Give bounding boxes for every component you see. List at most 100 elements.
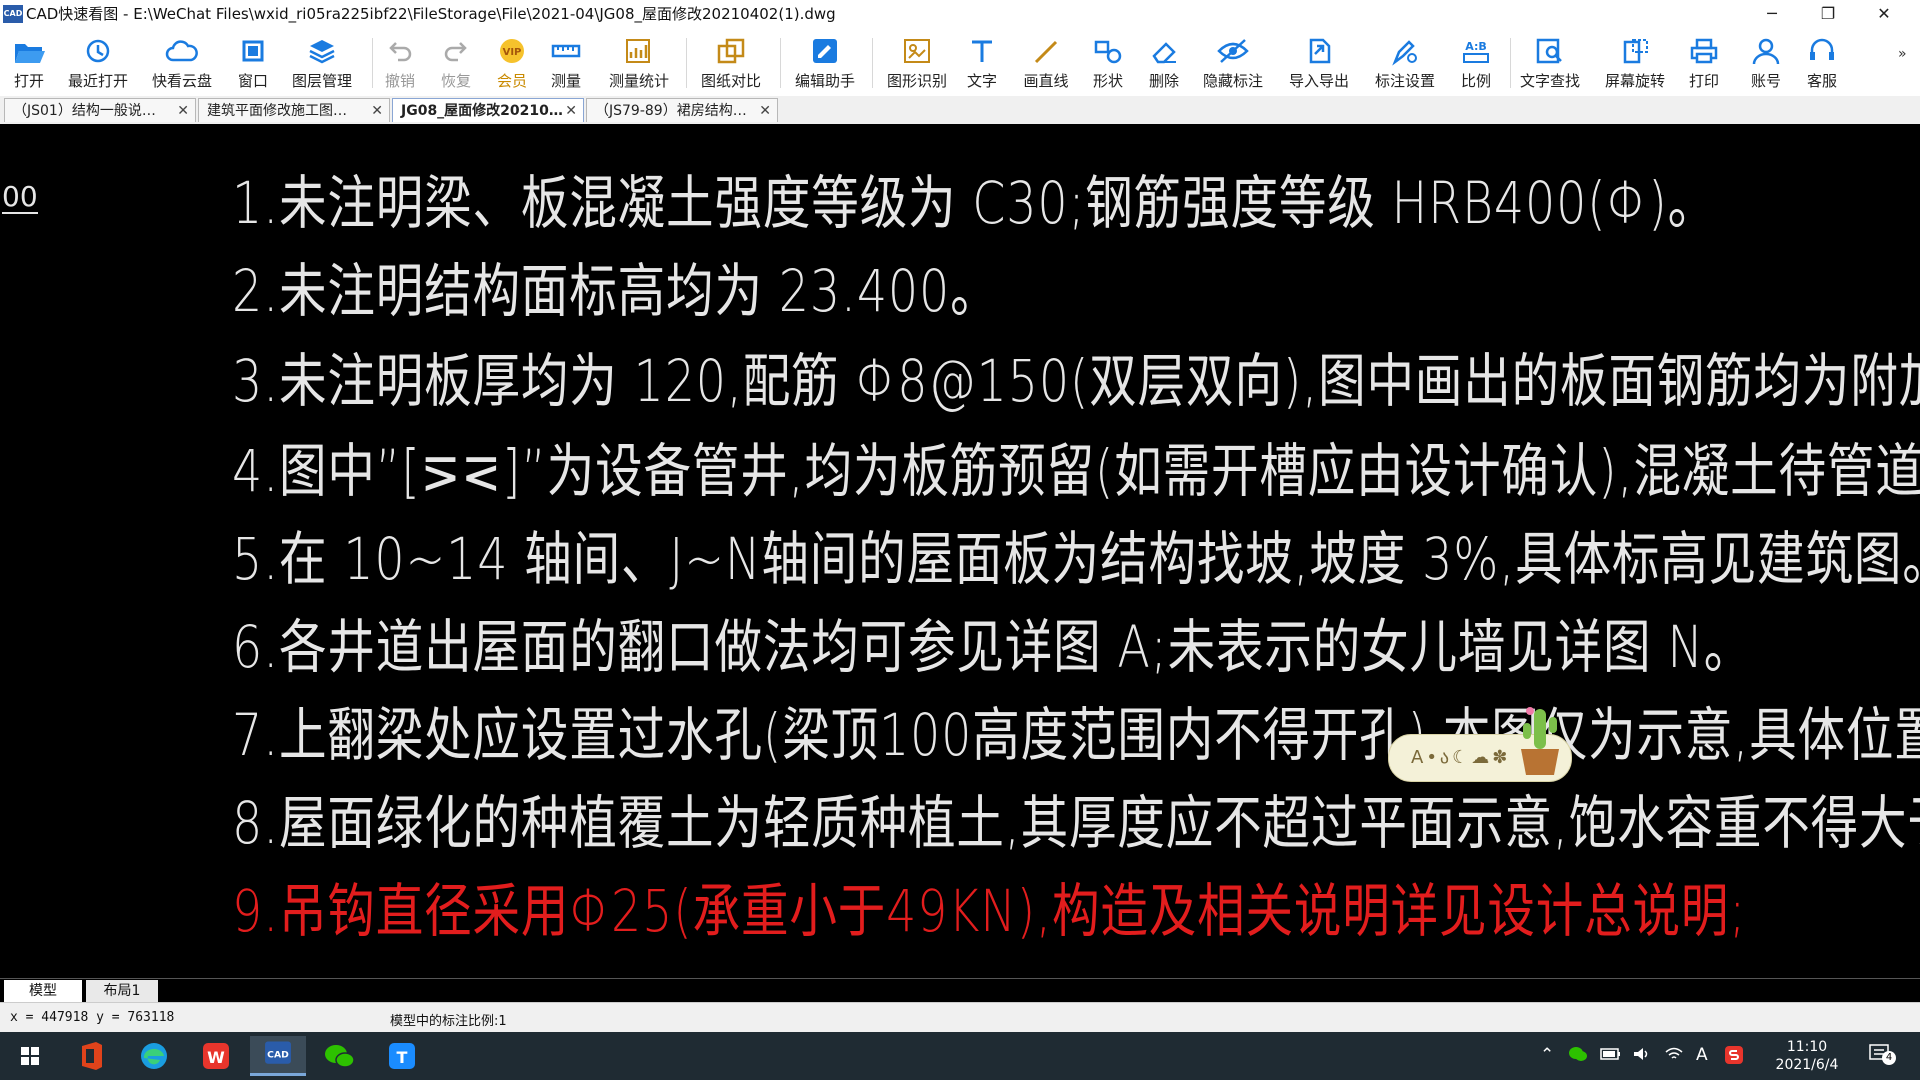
- annotation-settings-icon: [1392, 40, 1417, 66]
- note-line-3: 3.未注明板厚均为 120,配筋 Φ8@150(双层双向),图中画出的板面钢筋均…: [232, 347, 1920, 415]
- window-button[interactable]: 窗口: [230, 32, 276, 94]
- rotate-screen-button[interactable]: 屏幕旋转: [1600, 32, 1670, 94]
- toolbar-divider: [372, 38, 373, 88]
- redo-button[interactable]: 恢复: [436, 32, 476, 94]
- notification-center-icon[interactable]: 4: [1868, 1043, 1896, 1072]
- restore-button[interactable]: ❐: [1800, 0, 1856, 28]
- drawing-canvas[interactable]: 00 1.未注明梁、板混凝土强度等级为 C30;钢筋强度等级 HRB400(Φ)…: [0, 124, 1920, 978]
- window-title: CAD快速看图 - E:\WeChat Files\wxid_ri05ra225…: [26, 5, 836, 23]
- edit-assistant-button[interactable]: 编辑助手: [790, 32, 860, 94]
- shape-recognize-button[interactable]: 图形识别: [882, 32, 952, 94]
- account-icon: [1752, 38, 1780, 65]
- tab-close-icon[interactable]: ✕: [565, 99, 577, 122]
- battery-shape-icon: [1600, 1048, 1620, 1060]
- shape-icon: [1094, 40, 1122, 64]
- text-icon: [972, 40, 992, 62]
- account-button[interactable]: 账号: [1746, 32, 1786, 94]
- note-line-4: 4.图中”[⋝⋜]”为设备管井,均为板筋预留(如需开槽应由设计确认),混凝土待管…: [232, 437, 1920, 505]
- system-clock[interactable]: 11:10 2021/6/4: [1772, 1038, 1842, 1074]
- vip-button[interactable]: VIP 会员: [492, 32, 532, 94]
- tab-close-icon[interactable]: ✕: [371, 99, 383, 122]
- toolbar-label: 客服: [1806, 72, 1837, 90]
- recent-open-button[interactable]: 最近打开: [62, 32, 134, 94]
- toolbar-label: 图形识别: [886, 72, 947, 90]
- toolbar-divider: [686, 38, 687, 88]
- status-bar: x = 447918 y = 763118 模型中的标注比例:1: [0, 1002, 1920, 1033]
- note-line-9: 9.吊钩直径采用Φ25(承重小于49KN),构造及相关说明详见设计总说明;: [232, 877, 1747, 945]
- office-icon: [82, 1042, 102, 1070]
- edge-icon: [141, 1043, 167, 1069]
- taskbar-wps[interactable]: W: [188, 1036, 244, 1076]
- measure-stats-button[interactable]: 测量统计: [604, 32, 674, 94]
- shape-button[interactable]: 形状: [1088, 32, 1128, 94]
- tab-js79-89[interactable]: （JS79-89）裙房结构… ✕: [586, 98, 778, 122]
- battery-icon[interactable]: [1600, 1045, 1622, 1068]
- toolbar-label: 图层管理: [291, 72, 352, 90]
- toolbar-label: 标注设置: [1374, 72, 1435, 90]
- draw-line-button[interactable]: 画直线: [1018, 32, 1074, 94]
- measure-button[interactable]: 测量: [546, 32, 586, 94]
- toolbar-more-button[interactable]: »: [1898, 46, 1907, 62]
- hide-annotation-icon: [1217, 39, 1249, 63]
- delete-button[interactable]: 删除: [1144, 32, 1184, 94]
- layer-manager-button[interactable]: 图层管理: [286, 32, 358, 94]
- notification-count-badge: 4: [1882, 1051, 1896, 1065]
- tab-model[interactable]: 模型: [4, 980, 82, 1002]
- taskbar-cad[interactable]: CAD: [250, 1036, 306, 1076]
- tab-label: JG08_屋面修改20210…: [401, 103, 563, 119]
- rotate-screen-icon: [1623, 39, 1648, 64]
- toolbar-label: 恢复: [440, 72, 471, 90]
- ime-indicator[interactable]: A: [1696, 1045, 1708, 1065]
- show-hidden-icons-icon[interactable]: ⌃: [1540, 1045, 1554, 1065]
- cloud-drive-button[interactable]: 快看云盘: [146, 32, 218, 94]
- volume-icon[interactable]: [1632, 1045, 1652, 1068]
- sogou-ime-icon: [1725, 1046, 1743, 1064]
- vip-icon: VIP: [500, 39, 524, 63]
- cursor-coordinates: x = 447918 y = 763118: [10, 1010, 175, 1025]
- layout-tab-bar: 模型 布局1: [0, 978, 1920, 1003]
- text-button[interactable]: 文字: [962, 32, 1002, 94]
- tab-close-icon[interactable]: ✕: [177, 99, 189, 122]
- scale-button[interactable]: A:B 比例: [1456, 32, 1496, 94]
- undo-button[interactable]: 撤销: [380, 32, 420, 94]
- windows-start-button[interactable]: [2, 1036, 58, 1076]
- taskbar-office[interactable]: [64, 1036, 120, 1076]
- print-button[interactable]: 打印: [1684, 32, 1724, 94]
- tab-layout1[interactable]: 布局1: [86, 980, 158, 1002]
- wechat-tray-icon[interactable]: [1568, 1045, 1588, 1068]
- minimize-button[interactable]: ─: [1744, 0, 1800, 28]
- toolbar-label: 画直线: [1023, 72, 1069, 90]
- tab-architectural-plan[interactable]: 建筑平面修改施工图… ✕: [198, 98, 390, 122]
- toolbar-divider: [780, 38, 781, 88]
- toolbar-label: 文字查找: [1519, 72, 1580, 90]
- tab-jg08[interactable]: JG08_屋面修改20210… ✕: [392, 98, 584, 122]
- taskbar-edge[interactable]: [126, 1036, 182, 1076]
- annotation-settings-button[interactable]: 标注设置: [1370, 32, 1440, 94]
- wifi-icon: [1665, 1047, 1683, 1059]
- toolbar-label: 屏幕旋转: [1604, 72, 1665, 90]
- toolbar-label: 隐藏标注: [1202, 72, 1263, 90]
- import-export-button[interactable]: 导入导出: [1284, 32, 1354, 94]
- toolbar-label: 文字: [966, 72, 997, 90]
- tab-label: 建筑平面修改施工图…: [207, 103, 347, 119]
- history-icon: [86, 39, 110, 63]
- network-icon[interactable]: [1664, 1045, 1684, 1068]
- taskbar-tencent-docs[interactable]: T: [374, 1036, 430, 1076]
- cactus-pot-icon: [1521, 707, 1559, 775]
- toolbar-label: 账号: [1750, 72, 1781, 90]
- floating-ime-widget[interactable]: A•ა☾☁✽: [1388, 707, 1572, 782]
- toolbar-label: 撤销: [384, 72, 415, 90]
- tab-js01[interactable]: （JS01）结构一般说… ✕: [4, 98, 196, 122]
- taskbar-wechat[interactable]: [312, 1036, 368, 1076]
- compare-button[interactable]: 图纸对比: [696, 32, 766, 94]
- undo-icon: [389, 42, 412, 62]
- tab-close-icon[interactable]: ✕: [759, 99, 771, 122]
- open-button[interactable]: 打开: [6, 32, 52, 94]
- text-search-button[interactable]: 文字查找: [1518, 32, 1582, 94]
- close-button[interactable]: ✕: [1856, 0, 1912, 28]
- hide-annotation-button[interactable]: 隐藏标注: [1198, 32, 1268, 94]
- print-icon: [1690, 38, 1718, 64]
- customer-service-button[interactable]: 客服: [1802, 32, 1842, 94]
- svg-text:W: W: [207, 1048, 225, 1067]
- sogou-icon[interactable]: [1724, 1045, 1744, 1070]
